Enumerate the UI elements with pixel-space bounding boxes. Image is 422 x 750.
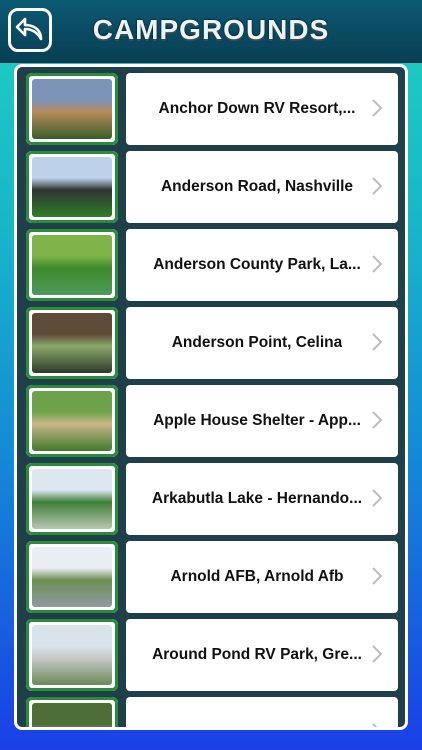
list-item[interactable]: Anderson Point, Celina: [26, 307, 398, 379]
campground-thumbnail[interactable]: [26, 463, 118, 535]
campground-card[interactable]: Arkabutla Lake - Hernando...: [126, 463, 398, 535]
campground-name: Arkabutla Lake - Hernando...: [151, 490, 363, 507]
campground-card[interactable]: Apple House Shelter - App...: [126, 385, 398, 457]
campground-card[interactable]: Anderson County Park, La...: [126, 229, 398, 301]
list-item[interactable]: Around Pond RV Park, Gre...: [26, 619, 398, 691]
chevron-right-icon: [372, 723, 378, 727]
campground-name: Anderson Point, Celina: [171, 334, 343, 351]
list-item[interactable]: Anderson Road, Nashville: [26, 151, 398, 223]
campground-card[interactable]: Anderson Road, Nashville: [126, 151, 398, 223]
chevron-right-icon: [372, 177, 383, 195]
campground-name: Anderson County Park, La...: [153, 256, 361, 273]
campground-card[interactable]: Arnold AFB, Arnold Afb: [126, 541, 398, 613]
chevron-right-icon: [372, 489, 383, 507]
list-item[interactable]: [26, 697, 398, 727]
page-title: CAMPGROUNDS: [92, 14, 330, 45]
thumbnail-image: [32, 313, 112, 373]
list-item[interactable]: Arkabutla Lake - Hernando...: [26, 463, 398, 535]
campground-card[interactable]: [126, 697, 398, 727]
campground-card[interactable]: Anderson Point, Celina: [126, 307, 398, 379]
chevron-right-icon: [372, 645, 383, 663]
campground-name: Anchor Down RV Resort,...: [158, 100, 356, 117]
campground-card[interactable]: Anchor Down RV Resort,...: [126, 73, 398, 145]
campground-name: Anderson Road, Nashville: [160, 178, 354, 195]
campground-thumbnail[interactable]: [26, 385, 118, 457]
campground-thumbnail[interactable]: [26, 619, 118, 691]
chevron-right-icon: [372, 411, 383, 429]
campground-thumbnail[interactable]: [26, 307, 118, 379]
thumbnail-image: [32, 391, 112, 451]
thumbnail-image: [32, 703, 112, 727]
list-item[interactable]: Anchor Down RV Resort,...: [26, 73, 398, 145]
list-item[interactable]: Apple House Shelter - App...: [26, 385, 398, 457]
thumbnail-image: [32, 157, 112, 217]
campground-thumbnail[interactable]: [26, 541, 118, 613]
campground-thumbnail[interactable]: [26, 697, 118, 727]
campground-list[interactable]: Anchor Down RV Resort,... Anderson Road, …: [14, 64, 408, 730]
campground-name: Arnold AFB, Arnold Afb: [170, 568, 344, 585]
list-item[interactable]: Anderson County Park, La...: [26, 229, 398, 301]
campground-name: Around Pond RV Park, Gre...: [152, 646, 362, 663]
campground-card[interactable]: Around Pond RV Park, Gre...: [126, 619, 398, 691]
thumbnail-image: [32, 79, 112, 139]
list-item[interactable]: Arnold AFB, Arnold Afb: [26, 541, 398, 613]
thumbnail-image: [32, 469, 112, 529]
thumbnail-image: [32, 625, 112, 685]
thumbnail-image: [32, 547, 112, 607]
campground-thumbnail[interactable]: [26, 151, 118, 223]
chevron-right-icon: [372, 99, 383, 117]
campground-name: Apple House Shelter - App...: [153, 412, 361, 429]
top-bar: CAMPGROUNDS: [0, 0, 422, 63]
chevron-right-icon: [372, 333, 383, 351]
thumbnail-image: [32, 235, 112, 295]
chevron-right-icon: [372, 567, 383, 585]
campground-thumbnail[interactable]: [26, 73, 118, 145]
chevron-right-icon: [372, 255, 383, 273]
campground-thumbnail[interactable]: [26, 229, 118, 301]
